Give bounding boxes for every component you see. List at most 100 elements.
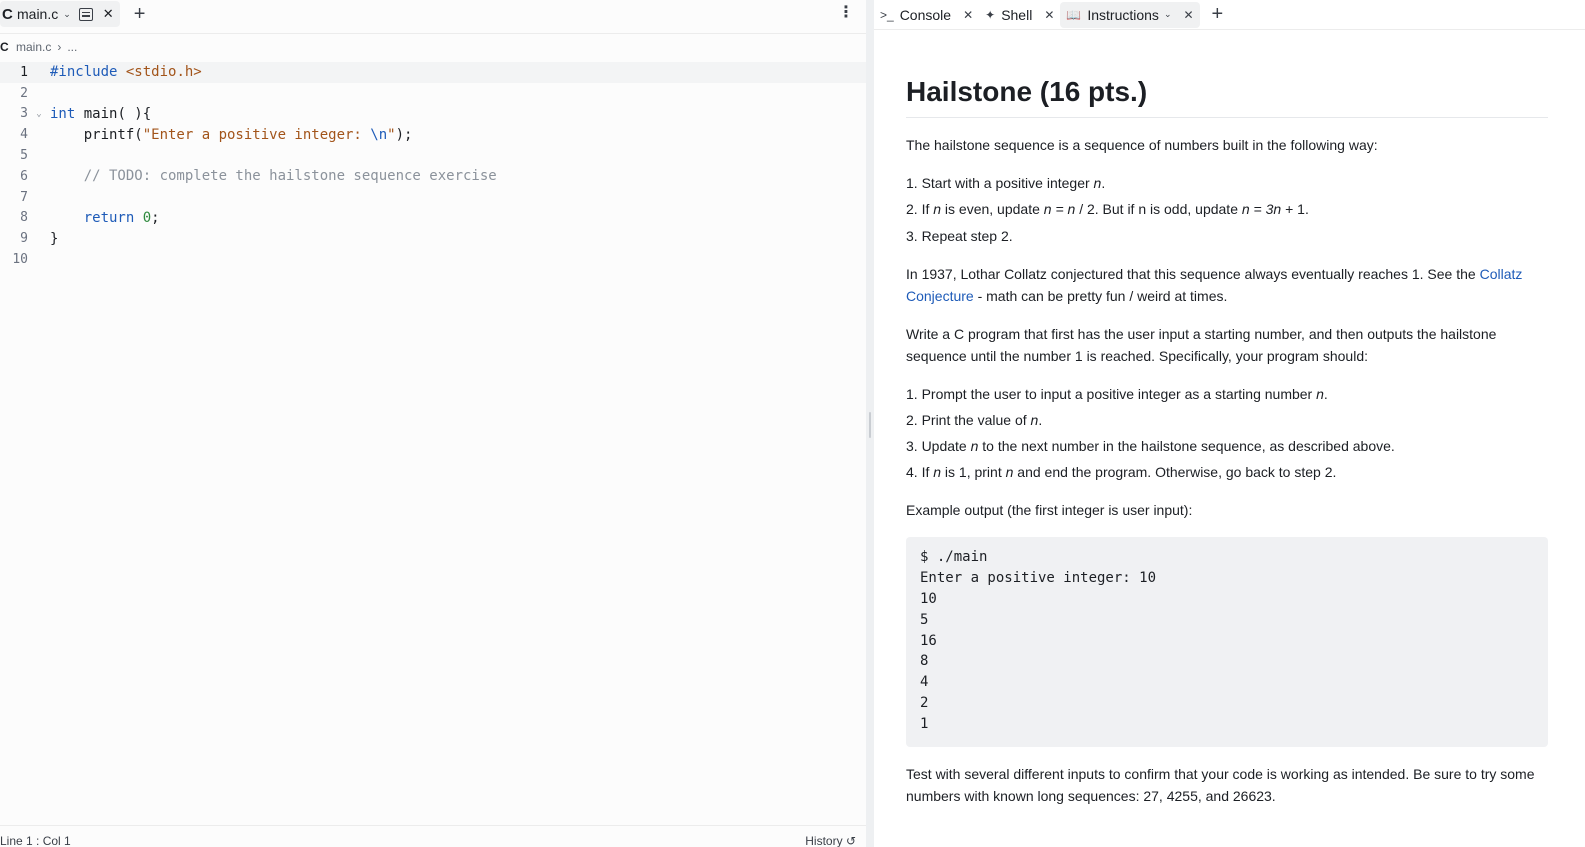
instructions-document: Hailstone (16 pts.) The hailstone sequen… [906,30,1548,807]
breadcrumb-file[interactable]: main.c [16,40,51,54]
close-tab-icon[interactable]: ✕ [963,8,973,22]
code-token: <stdio.h> [125,64,202,81]
tab-console[interactable]: >_ Console ✕ [874,2,979,28]
editor-pane: C main.c ⌄ ✕ + ⋮ C main.c › ... 1 #includ… [0,0,866,847]
code-text: #include <stdio.h> [50,64,202,80]
tab-label: Console [899,6,952,23]
rule-item: 3. Repeat step 2. [906,227,1013,244]
line-number: 6 [20,168,28,184]
collatz-text: In 1937, Lothar Collatz conjectured that… [906,265,1480,282]
code-token: int [50,105,76,122]
collatz-paragraph: In 1937, Lothar Collatz conjectured that… [906,263,1548,307]
rules-list: 1. Start with a positive integer n. 2. If… [906,172,1548,247]
code-text: printf("Enter a positive integer: \n"); [50,126,413,143]
code-token: 0 [142,209,152,226]
code-token: " [387,126,396,143]
step-item: 1. Prompt the user to input a positive i… [906,385,1328,402]
chevron-down-icon[interactable]: ⌄ [1164,9,1172,20]
history-icon: ↺ [845,834,856,847]
footer-text: Test with several different inputs to co… [906,766,1535,805]
line-number: 5 [20,148,28,164]
code-text: int main( ){ [50,106,151,122]
file-options-icon[interactable] [78,7,93,21]
line-number: 2 [20,85,28,101]
page-title: Hailstone (16 pts.) [906,75,1548,118]
code-line[interactable]: 5 [0,145,866,166]
new-panel-tab-button[interactable]: + [1212,3,1224,26]
breadcrumb-more[interactable]: ... [67,40,77,54]
code-editor[interactable]: 1 #include <stdio.h> 2 3 ⌄ int main( ){4 prin… [0,62,866,270]
tab-shell[interactable]: ✦ Shell ✕ [979,2,1060,28]
c-language-icon: C [2,5,13,23]
book-icon: 📖 [1066,7,1082,22]
close-tab-icon[interactable]: ✕ [103,6,114,22]
code-text: return 0; [50,210,160,226]
file-tab-label: main.c [17,6,59,22]
code-text: } [50,231,58,247]
code-token: ; [151,209,160,226]
code-token: ); [395,126,413,143]
code-line[interactable]: 10 [0,249,866,270]
code-token: } [50,230,59,247]
code-token: printf( [50,126,143,143]
code-token: main( ){ [75,105,152,122]
editor-tab-bar: C main.c ⌄ ✕ + ⋮ [0,0,866,28]
code-line[interactable]: 4 printf("Enter a positive integer: \n")… [0,124,866,145]
code-text: // TODO: complete the hailstone sequence… [50,168,497,184]
breadcrumb: C main.c › ... [0,33,866,57]
tab-label: Shell [1001,6,1033,23]
line-number: 10 [12,252,28,268]
history-label: History [805,834,843,847]
code-line[interactable]: 2 [0,83,866,104]
code-token: // TODO: complete the hailstone sequence… [50,168,497,185]
task-text: Write a C program that first has the use… [906,325,1497,364]
step-item: 3. Update n to the next number in the ha… [906,438,1395,455]
tab-instructions[interactable]: 📖 Instructions ⌄ ✕ [1060,1,1200,28]
code-token: \n [370,126,388,143]
line-number: 8 [20,210,28,226]
history-button[interactable]: History ↺ [805,834,856,847]
code-token: "Enter a positive integer: [142,126,371,143]
c-language-icon: C [0,39,9,54]
code-line[interactable]: 8 return 0; [0,208,866,229]
line-number: 1 [20,64,28,80]
intro-text: The hailstone sequence is a sequence of … [906,137,1378,153]
rule-item: 1. Start with a positive integer n. [906,175,1106,191]
step-item: 2. Print the value of n. [906,411,1043,428]
more-options-icon[interactable]: ⋮ [838,4,854,22]
chevron-right-icon: › [57,39,62,54]
line-number: 7 [20,189,28,205]
close-tab-icon[interactable]: ✕ [1183,8,1193,22]
step-item: 4. If n is 1, print n and end the progra… [906,464,1337,481]
terminal-icon: >_ [880,7,894,22]
chevron-down-icon[interactable]: ⌄ [63,9,71,20]
example-output-block: $ ./main Enter a positive integer: 10 10… [906,537,1548,748]
new-tab-button[interactable]: + [134,3,146,26]
pane-resize-handle[interactable] [866,0,874,847]
panel-tab-bar: >_ Console ✕ ✦ Shell ✕ 📖 Instructions ⌄ … [874,0,1585,30]
status-bar: Line 1 : Col 1 History ↺ [0,825,866,847]
shell-icon: ✦ [985,7,996,22]
right-panel: >_ Console ✕ ✦ Shell ✕ 📖 Instructions ⌄ … [874,0,1585,847]
code-line[interactable]: 1 #include <stdio.h> [0,62,866,83]
code-line[interactable]: 3 ⌄ int main( ){ [0,104,866,125]
file-tab-main-c[interactable]: C main.c ⌄ ✕ [0,1,120,27]
line-number: 4 [20,127,28,143]
fold-chevron-icon[interactable]: ⌄ [28,109,50,119]
example-label: Example output (the first integer is use… [906,502,1193,519]
code-token: return [83,209,135,226]
steps-list: 1. Prompt the user to input a positive i… [906,383,1548,484]
code-line[interactable]: 6 // TODO: complete the hailstone sequen… [0,166,866,187]
resize-grip[interactable] [869,412,871,438]
code-token: #include [50,64,118,81]
line-number: 3 [20,106,28,122]
close-tab-icon[interactable]: ✕ [1044,8,1054,22]
line-number: 9 [20,231,28,247]
code-line[interactable]: 7 [0,187,866,208]
code-line[interactable]: 9} [0,228,866,249]
cursor-position[interactable]: Line 1 : Col 1 [0,834,71,847]
collatz-text-after: - math can be pretty fun / weird at time… [973,287,1228,304]
